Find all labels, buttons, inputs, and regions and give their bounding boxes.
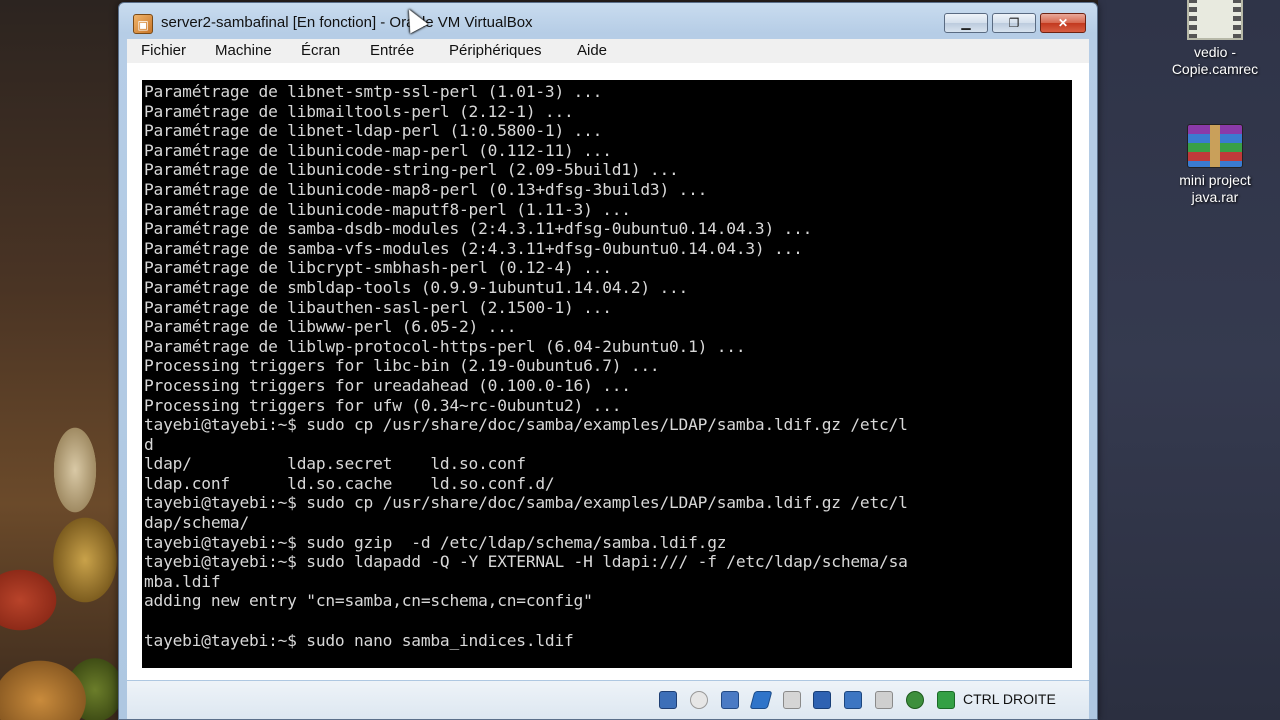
host-key-label: CTRL DROITE <box>963 691 1056 707</box>
terminal-line: Paramétrage de libunicode-string-perl (2… <box>144 160 679 180</box>
desktop-background <box>1098 0 1280 720</box>
terminal-line: tayebi@tayebi:~$ sudo gzip -d /etc/ldap/… <box>144 532 727 552</box>
terminal-line: Paramétrage de libwww-perl (6.05-2) ... <box>144 317 517 337</box>
menu-bar: Fichier Machine Écran Entrée Périphériqu… <box>127 39 1089 63</box>
terminal-line: Processing triggers for ufw (0.34~rc-0ub… <box>144 395 622 415</box>
terminal-line: Paramétrage de libnet-smtp-ssl-perl (1.0… <box>144 82 603 101</box>
winrar-archive-icon <box>1187 124 1243 168</box>
display-icon[interactable] <box>813 691 831 709</box>
terminal-line: tayebi@tayebi:~$ sudo ldapadd -Q -Y EXTE… <box>144 552 908 572</box>
menu-aide[interactable]: Aide <box>571 39 613 63</box>
terminal-line: Paramétrage de libnet-ldap-perl (1:0.580… <box>144 121 603 141</box>
terminal-line: Paramétrage de smbldap-tools (0.9.9-1ubu… <box>144 277 689 297</box>
terminal-line: d <box>144 434 154 454</box>
window-title: server2-sambafinal [En fonction] - Oracl… <box>161 14 533 31</box>
terminal-line: dap/schema/ <box>144 513 250 533</box>
virtualbox-app-icon[interactable]: ▣ <box>133 14 153 34</box>
download-icon[interactable] <box>937 691 955 709</box>
menu-machine[interactable]: Machine <box>209 39 278 63</box>
terminal-line: Processing triggers for ureadahead (0.10… <box>144 375 631 395</box>
desktop-icon-rar[interactable]: mini project java.rar <box>1160 124 1270 206</box>
menu-ecran[interactable]: Écran <box>295 39 346 63</box>
terminal-line: tayebi@tayebi:~$ sudo cp /usr/share/doc/… <box>144 493 908 513</box>
terminal-line: ldap.conf ld.so.cache ld.so.conf.d/ <box>144 473 555 493</box>
terminal-line: Paramétrage de samba-vfs-modules (2:4.3.… <box>144 238 803 258</box>
terminal-line: Paramétrage de libunicode-map8-perl (0.1… <box>144 179 708 199</box>
terminal-line: ldap/ ldap.secret ld.so.conf <box>144 454 526 474</box>
terminal-line: Paramétrage de samba-dsdb-modules (2:4.3… <box>144 219 813 239</box>
minimize-button[interactable]: ▁ <box>944 13 988 33</box>
menu-fichier[interactable]: Fichier <box>135 39 192 63</box>
status-bar: CTRL DROITE <box>127 681 1089 719</box>
video-file-icon <box>1187 0 1243 40</box>
menu-peripheriques[interactable]: Périphériques <box>443 39 548 63</box>
terminal-line: adding new entry "cn=samba,cn=schema,cn=… <box>144 591 593 611</box>
shared-folder-icon[interactable] <box>783 691 801 709</box>
title-bar[interactable]: ▣ server2-sambafinal [En fonction] - Ora… <box>119 3 1097 41</box>
video-capture-icon[interactable] <box>844 691 862 709</box>
maximize-button[interactable]: ❐ <box>992 13 1036 33</box>
terminal-line: Paramétrage de libcrypt-smbhash-perl (0.… <box>144 258 612 278</box>
guest-terminal[interactable]: Paramétrage de libnet-smtp-ssl-perl (1.0… <box>142 80 1072 668</box>
terminal-line: Processing triggers for libc-bin (2.19-0… <box>144 356 660 376</box>
terminal-line: mba.ldif <box>144 571 221 591</box>
usb-icon[interactable] <box>749 691 773 709</box>
optical-drive-icon[interactable] <box>690 691 708 709</box>
network-icon[interactable] <box>721 691 739 709</box>
menu-entree[interactable]: Entrée <box>364 39 420 63</box>
terminal-line: tayebi@tayebi:~$ sudo nano samba_indices… <box>144 630 574 650</box>
desktop-icon-label: vedio - Copie.camrec <box>1171 44 1259 77</box>
terminal-line: Paramétrage de libunicode-map-perl (0.11… <box>144 140 612 160</box>
terminal-output: Paramétrage de libnet-smtp-ssl-perl (1.0… <box>142 82 910 650</box>
mouse-integration-icon[interactable] <box>875 691 893 709</box>
harddisk-icon[interactable] <box>659 691 677 709</box>
close-button[interactable]: ✕ <box>1040 13 1086 33</box>
desktop-icon-label: mini project java.rar <box>1179 172 1251 205</box>
terminal-line: Paramétrage de libauthen-sasl-perl (2.15… <box>144 297 612 317</box>
terminal-line: Paramétrage de libmailtools-perl (2.12-1… <box>144 101 574 121</box>
terminal-line: tayebi@tayebi:~$ sudo cp /usr/share/doc/… <box>144 415 908 435</box>
desktop-icon-camrec[interactable]: vedio - Copie.camrec <box>1160 0 1270 78</box>
terminal-line: Paramétrage de liblwp-protocol-https-per… <box>144 336 746 356</box>
terminal-line: Paramétrage de libunicode-maputf8-perl (… <box>144 199 631 219</box>
keyboard-capture-icon[interactable] <box>906 691 924 709</box>
